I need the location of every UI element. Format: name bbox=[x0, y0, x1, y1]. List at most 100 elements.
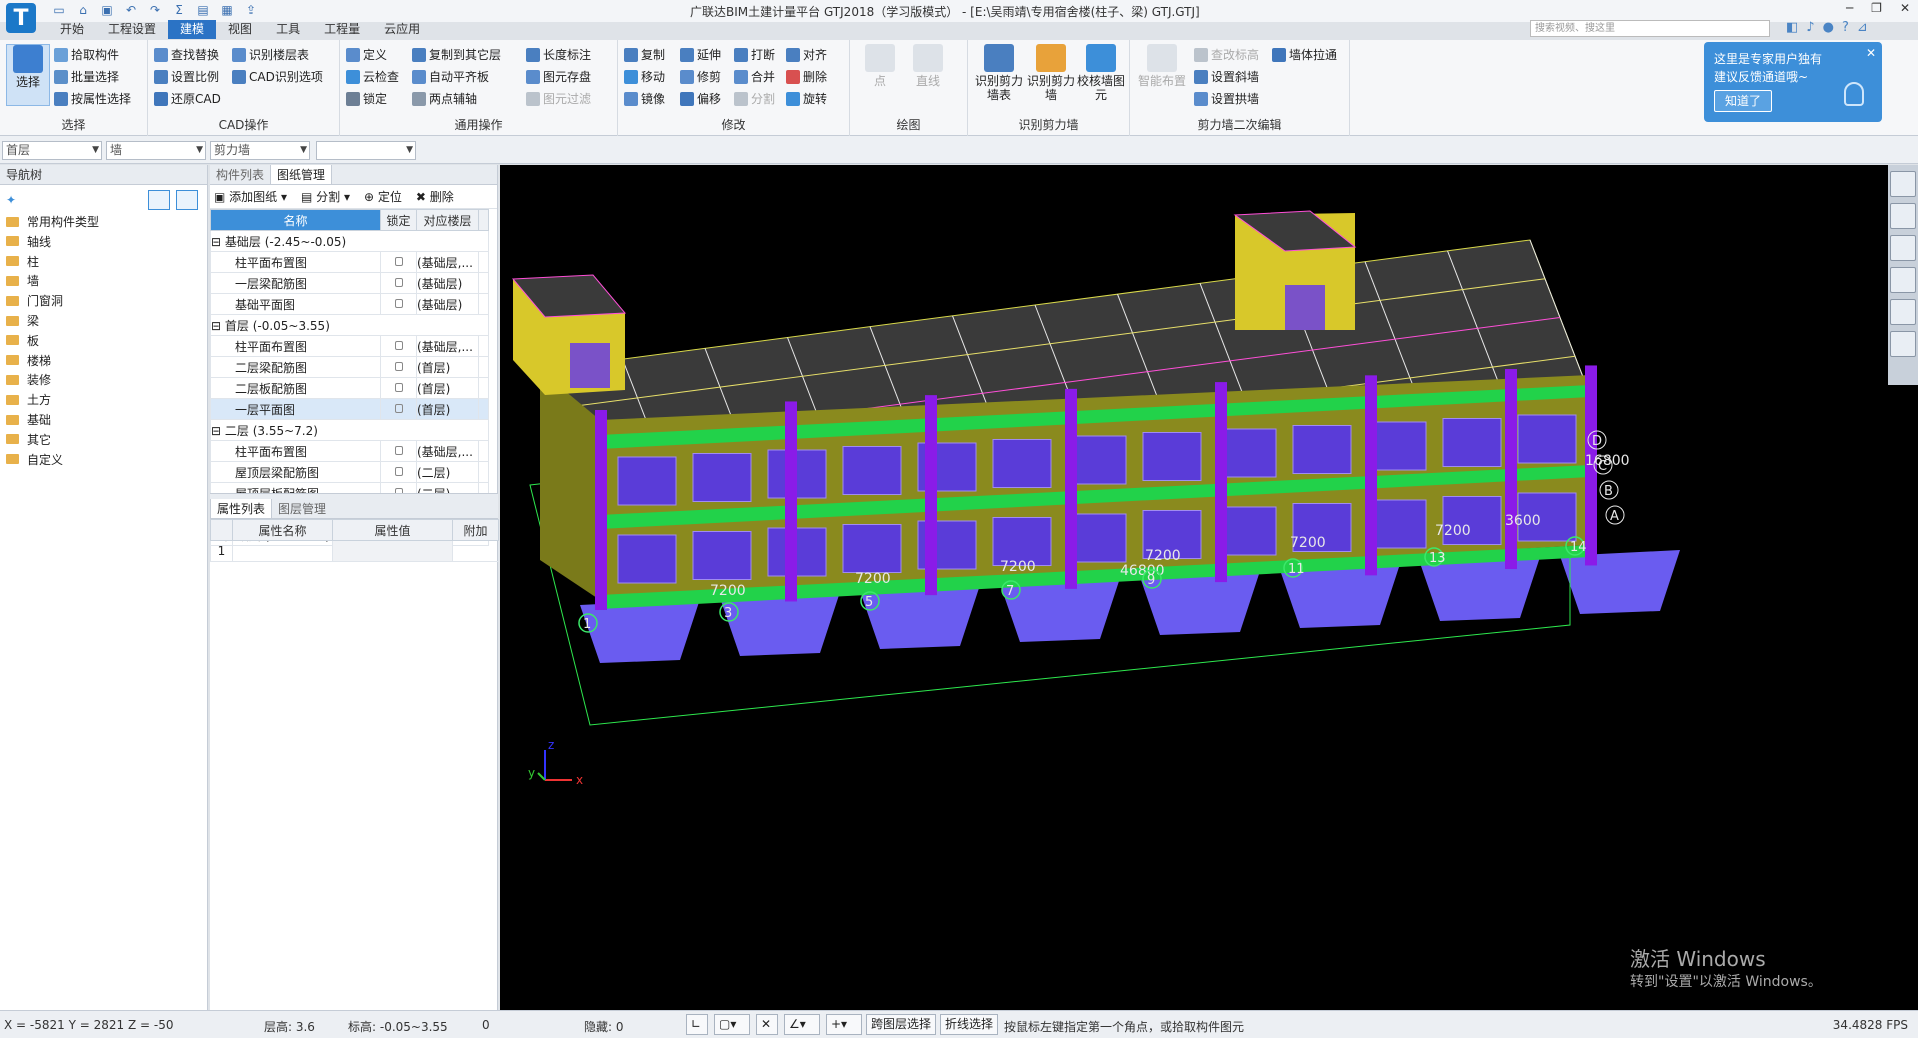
auto-align-slab-button[interactable]: 自动平齐板 bbox=[412, 68, 489, 85]
table-row[interactable]: 基础平面图 (基础层) bbox=[210, 293, 489, 315]
cad-options-button[interactable]: CAD识别选项 bbox=[232, 68, 323, 85]
sum-icon[interactable]: Σ bbox=[170, 2, 188, 18]
element-filter-button[interactable]: 图元过滤 bbox=[526, 90, 591, 107]
mirror-button[interactable]: 镜像 bbox=[624, 90, 665, 107]
move-button[interactable]: 移动 bbox=[624, 68, 665, 85]
split-drawing-button[interactable]: ▤ 分割 ▾ bbox=[301, 188, 350, 205]
model-viewport[interactable]: 7200 7200 7200 7200 7200 7200 3600 46800 16800 1… bbox=[500, 165, 1918, 1010]
tab-1[interactable]: 工程设置 bbox=[96, 20, 168, 39]
list-view-icon[interactable] bbox=[148, 190, 170, 210]
copy-to-floor-button[interactable]: 复制到其它层 bbox=[412, 46, 501, 63]
subtype-select[interactable]: 剪力墙 ▼ bbox=[210, 141, 310, 160]
nav-item-9[interactable]: 土方 bbox=[6, 391, 51, 408]
tab-drawing-management[interactable]: 图纸管理 bbox=[270, 165, 333, 184]
pin-nav-icon[interactable]: ✦ bbox=[6, 193, 16, 207]
insert-point-toggle[interactable]: +▾ bbox=[826, 1014, 862, 1035]
drawing-name[interactable]: 基础平面图 bbox=[210, 293, 381, 315]
drawing-name[interactable]: 屋顶层梁配筋图 bbox=[210, 461, 381, 483]
tab-2[interactable]: 建模 bbox=[168, 20, 217, 39]
cad-group-label[interactable]: CAD操作 bbox=[148, 116, 339, 133]
nav-item-3[interactable]: 墙 bbox=[6, 272, 39, 289]
line-button[interactable]: 直线 bbox=[906, 44, 950, 106]
type-select[interactable]: 墙 ▼ bbox=[106, 141, 206, 160]
table-row[interactable]: 一层梁配筋图 (基础层) bbox=[210, 272, 489, 294]
nav-item-7[interactable]: 楼梯 bbox=[6, 352, 51, 369]
drawing-name[interactable]: 柱平面布置图 bbox=[210, 440, 381, 462]
snap-toggle[interactable]: ▢▾ bbox=[714, 1014, 750, 1035]
extend-button[interactable]: 延伸 bbox=[680, 46, 721, 63]
break-button[interactable]: 打断 bbox=[734, 46, 775, 63]
delete-button[interactable]: 删除 bbox=[786, 68, 827, 85]
recog-wall-button[interactable]: 识别剪力墙 bbox=[1026, 44, 1076, 106]
length-dim-button[interactable]: 长度标注 bbox=[526, 46, 591, 63]
draw-group-label[interactable]: 绘图 bbox=[850, 116, 967, 133]
nav-item-5[interactable]: 梁 bbox=[6, 312, 39, 329]
delete-drawing-button[interactable]: ✖ 删除 bbox=[416, 188, 454, 205]
restore-cad-button[interactable]: 还原CAD bbox=[154, 90, 221, 107]
building-3d-model[interactable]: 7200 7200 7200 7200 7200 7200 3600 46800 16800 1… bbox=[500, 165, 1918, 1010]
prop-extra-cell[interactable] bbox=[452, 540, 499, 562]
table-row[interactable]: 二层梁配筋图 (首层) bbox=[210, 356, 489, 378]
polyline-select-button[interactable]: 折线选择 bbox=[940, 1014, 999, 1035]
nav-item-10[interactable]: 基础 bbox=[6, 411, 51, 428]
tab-4[interactable]: 工具 bbox=[264, 20, 312, 39]
recog-floor-table-button[interactable]: 识别楼层表 bbox=[232, 46, 309, 63]
col-prop-name[interactable]: 属性名称 bbox=[232, 519, 333, 541]
set-arch-wall-button[interactable]: 设置拱墙 bbox=[1194, 90, 1259, 107]
set-slant-wall-button[interactable]: 设置斜墙 bbox=[1194, 68, 1259, 85]
save-element-button[interactable]: 图元存盘 bbox=[526, 68, 591, 85]
collapse-icon[interactable]: ⊟ bbox=[212, 319, 225, 333]
add-drawing-button[interactable]: ▣ 添加图纸 ▾ bbox=[214, 188, 287, 205]
change-elevation-button[interactable]: 查改标高 bbox=[1194, 46, 1259, 63]
lock-cell[interactable] bbox=[380, 293, 417, 315]
help-icon[interactable]: ? bbox=[1842, 20, 1849, 35]
locate-button[interactable]: ⊕ 定位 bbox=[364, 188, 402, 205]
grid-view-icon[interactable] bbox=[176, 190, 198, 210]
col-lock[interactable]: 锁定 bbox=[380, 209, 417, 231]
tab-3[interactable]: 视图 bbox=[216, 20, 264, 39]
drawing-name[interactable]: 柱平面布置图 bbox=[210, 251, 381, 273]
select-group-label[interactable]: 选择 bbox=[0, 116, 147, 133]
report-icon[interactable]: ▤ bbox=[194, 2, 212, 18]
floor-select[interactable]: 首层 ▼ bbox=[2, 141, 102, 160]
select-by-attr-button[interactable]: 按属性选择 bbox=[54, 90, 131, 107]
two-point-axis-button[interactable]: 两点辅轴 bbox=[412, 90, 477, 107]
wall-extend-button[interactable]: 墙体拉通 bbox=[1272, 46, 1337, 63]
scrollbar[interactable] bbox=[478, 209, 489, 231]
lock-cell[interactable] bbox=[380, 251, 417, 273]
drawing-name[interactable]: 柱平面布置图 bbox=[210, 335, 381, 357]
3d-box-icon[interactable] bbox=[1890, 235, 1916, 261]
nav-item-8[interactable]: 装修 bbox=[6, 371, 51, 388]
table-row[interactable]: 柱平面布置图 (基础层,... bbox=[210, 335, 489, 357]
lock-cell[interactable] bbox=[380, 356, 417, 378]
lock-cell[interactable] bbox=[380, 377, 417, 399]
batch-select-button[interactable]: 批量选择 bbox=[54, 68, 119, 85]
expert-icon[interactable]: ◧ bbox=[1786, 20, 1798, 35]
fit-view-icon[interactable] bbox=[1890, 331, 1916, 357]
pick-component-button[interactable]: 拾取构件 bbox=[54, 46, 119, 63]
lock-cell[interactable] bbox=[380, 335, 417, 357]
drawing-name[interactable]: 一层梁配筋图 bbox=[210, 272, 381, 294]
lock-cell[interactable] bbox=[380, 272, 417, 294]
angle-toggle[interactable]: ∠▾ bbox=[784, 1014, 820, 1035]
recog-wall-table-button[interactable]: 识别剪力墙表 bbox=[974, 44, 1024, 106]
smart-layout-button[interactable]: 智能布置 bbox=[1136, 44, 1188, 106]
lock-cell[interactable] bbox=[380, 440, 417, 462]
copy-button[interactable]: 复制 bbox=[624, 46, 665, 63]
nav-item-6[interactable]: 板 bbox=[6, 332, 39, 349]
message-icon[interactable]: ● bbox=[1823, 20, 1834, 35]
rotate-button[interactable]: 旋转 bbox=[786, 90, 827, 107]
2d-view-icon[interactable] bbox=[1890, 203, 1916, 229]
app-logo[interactable]: T bbox=[6, 3, 36, 33]
tab-component-list[interactable]: 构件列表 bbox=[210, 165, 270, 184]
table-row[interactable]: 柱平面布置图 (基础层,... bbox=[210, 251, 489, 273]
split-button[interactable]: 分割 bbox=[734, 90, 775, 107]
table-row[interactable]: 一层平面图 (首层) bbox=[210, 398, 489, 420]
tooltip-ok-button[interactable]: 知道了 bbox=[1714, 90, 1773, 112]
col-prop-value[interactable]: 属性值 bbox=[332, 519, 453, 541]
new-file-icon[interactable]: ▭ bbox=[50, 2, 68, 18]
bell-icon[interactable]: ♪ bbox=[1806, 20, 1814, 35]
merge-button[interactable]: 合并 bbox=[734, 68, 775, 85]
tab-layer-management[interactable]: 图层管理 bbox=[272, 499, 332, 518]
table-row[interactable]: ⊟ 首层 (-0.05~3.55) bbox=[210, 314, 489, 336]
